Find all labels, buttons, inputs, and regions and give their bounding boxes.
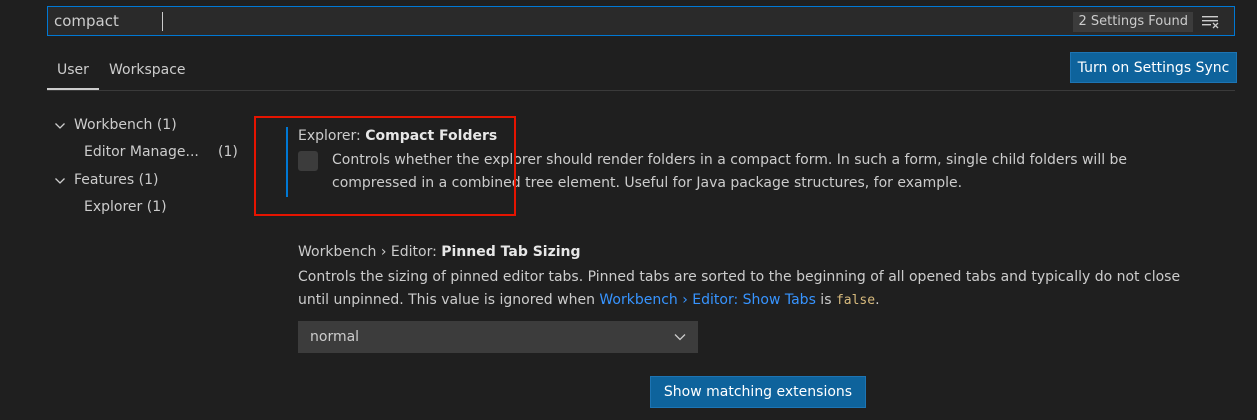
settings-search-box[interactable]: 2 Settings Found <box>47 6 1235 36</box>
toc-item-explorer[interactable]: Explorer (1) <box>84 199 167 215</box>
toc-item-editor-management[interactable]: Editor Manage... <box>84 144 199 160</box>
chevron-down-icon <box>673 331 687 343</box>
setting-title-pinned-tab-sizing: Workbench › Editor: Pinned Tab Sizing <box>298 244 581 260</box>
tab-workspace[interactable]: Workspace <box>109 62 186 78</box>
show-tabs-setting-link[interactable]: Workbench › Editor: Show Tabs <box>599 292 815 308</box>
turn-on-settings-sync-button[interactable]: Turn on Settings Sync <box>1070 52 1237 83</box>
annotation-highlight-box <box>254 116 516 216</box>
show-matching-extensions-button[interactable]: Show matching extensions <box>650 376 866 408</box>
setting-description-line: until unpinned. This value is ignored wh… <box>298 292 880 308</box>
toc-item-features[interactable]: Features (1) <box>74 172 158 188</box>
tabs-divider <box>47 90 1235 91</box>
setting-description: Controls the sizing of pinned editor tab… <box>298 266 1180 312</box>
chevron-down-icon[interactable] <box>54 175 66 187</box>
chevron-down-icon[interactable] <box>54 120 66 132</box>
results-count-badge: 2 Settings Found <box>1073 12 1193 32</box>
text-cursor <box>162 12 163 31</box>
tab-user[interactable]: User <box>57 62 89 78</box>
pinned-tab-sizing-dropdown[interactable]: normal <box>298 321 698 353</box>
toc-item-count: (1) <box>218 144 238 160</box>
toc-item-workbench[interactable]: Workbench (1) <box>74 117 177 133</box>
search-input[interactable] <box>48 7 1068 35</box>
clear-filter-icon[interactable] <box>1201 14 1221 30</box>
dropdown-selected-value: normal <box>310 329 360 345</box>
code-value: false <box>835 293 876 308</box>
